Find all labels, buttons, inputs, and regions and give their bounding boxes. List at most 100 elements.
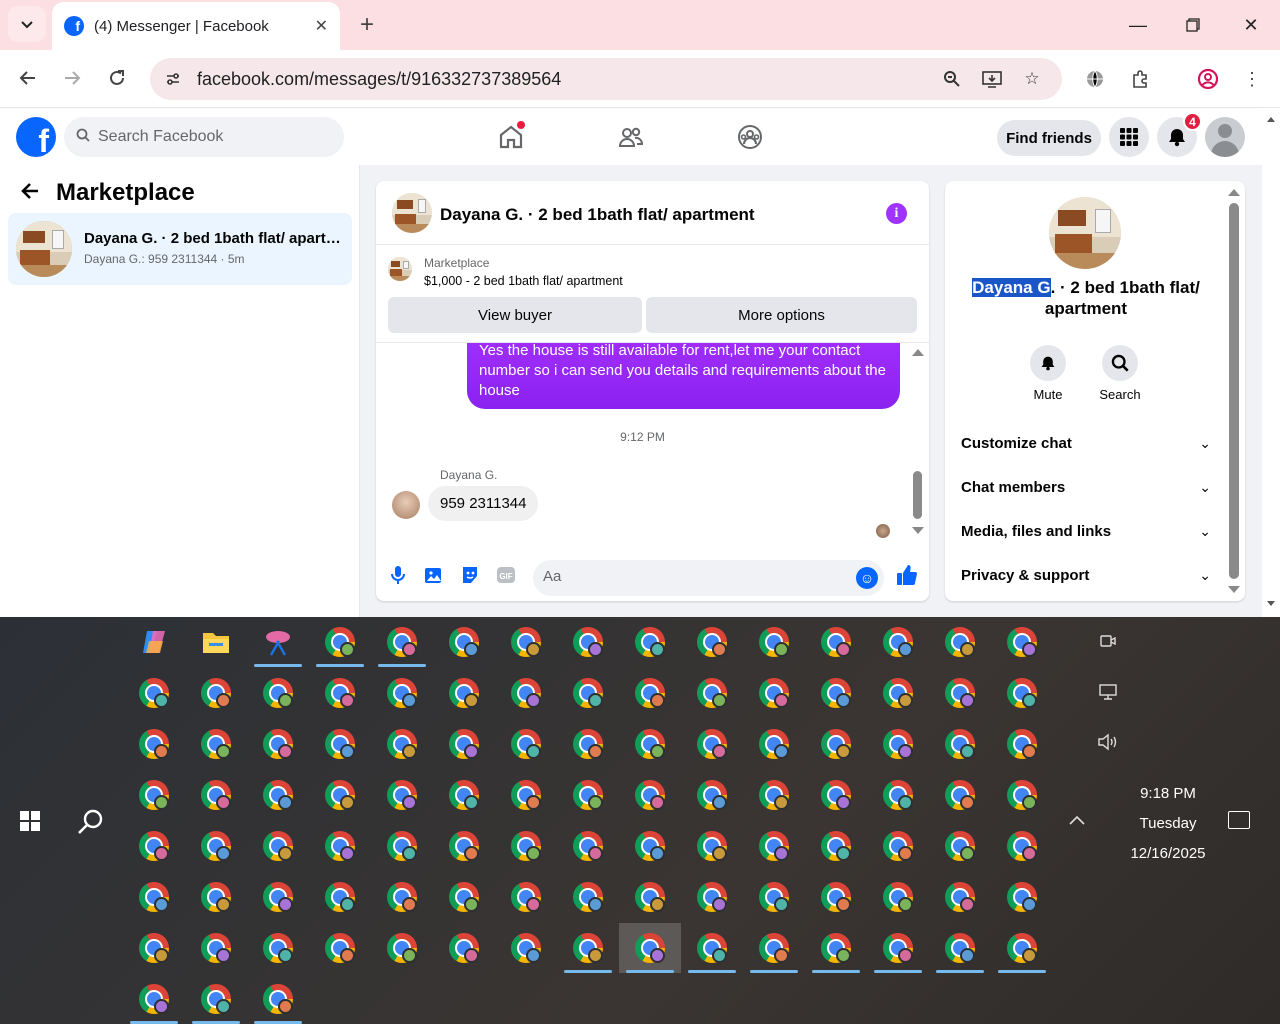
chrome-app-icon[interactable] <box>557 668 619 718</box>
message-input[interactable] <box>543 568 843 585</box>
chrome-app-icon[interactable] <box>123 923 185 973</box>
chrome-app-icon[interactable] <box>805 872 867 922</box>
chrome-app-icon[interactable] <box>309 770 371 820</box>
chrome-app-icon[interactable] <box>681 923 743 973</box>
chrome-app-icon[interactable] <box>247 719 309 769</box>
account-avatar[interactable] <box>1205 117 1245 157</box>
globe-extension-icon[interactable] <box>1083 67 1107 91</box>
nav-friends[interactable] <box>615 121 647 153</box>
forward-button[interactable] <box>54 60 90 96</box>
chrome-app-icon[interactable] <box>681 719 743 769</box>
facebook-search[interactable] <box>64 117 344 157</box>
chrome-app-icon[interactable] <box>805 770 867 820</box>
install-app-icon[interactable] <box>980 67 1004 91</box>
chat-members-row[interactable]: Chat members ⌄ <box>961 465 1211 509</box>
chrome-app-icon[interactable] <box>991 821 1053 871</box>
chrome-app-icon[interactable] <box>681 821 743 871</box>
chrome-app-icon[interactable] <box>309 668 371 718</box>
new-tab-button[interactable]: + <box>352 8 382 42</box>
chrome-app-icon[interactable] <box>619 872 681 922</box>
chrome-app-icon[interactable] <box>929 923 991 973</box>
chrome-app-icon[interactable] <box>495 668 557 718</box>
chrome-app-icon[interactable] <box>805 821 867 871</box>
chrome-app-icon[interactable] <box>309 872 371 922</box>
chrome-app-icon[interactable] <box>433 719 495 769</box>
windows-start-icon[interactable] <box>20 811 40 831</box>
chrome-app-icon[interactable] <box>123 770 185 820</box>
profile-icon[interactable] <box>1196 67 1220 91</box>
facebook-logo[interactable]: f <box>16 117 56 157</box>
menu-grid-button[interactable] <box>1109 117 1149 157</box>
search-action[interactable]: Search <box>1090 345 1150 402</box>
info-panel-scrollbar[interactable] <box>1226 181 1245 601</box>
chrome-app-icon[interactable] <box>371 821 433 871</box>
sender-avatar[interactable] <box>392 491 420 519</box>
minimize-button[interactable]: — <box>1118 8 1158 42</box>
chrome-app-icon[interactable] <box>681 617 743 667</box>
chrome-app-icon[interactable] <box>371 923 433 973</box>
chrome-app-icon[interactable] <box>123 668 185 718</box>
chrome-app-icon[interactable] <box>247 770 309 820</box>
profile-listing-picture[interactable] <box>1049 197 1121 269</box>
copilot-app-icon[interactable] <box>123 617 185 667</box>
chrome-app-icon[interactable] <box>309 821 371 871</box>
reload-button[interactable] <box>99 60 135 96</box>
chrome-app-icon[interactable] <box>185 974 247 1024</box>
customize-chat-row[interactable]: Customize chat ⌄ <box>961 421 1211 465</box>
sticker-icon[interactable] <box>458 563 482 587</box>
chrome-app-icon[interactable] <box>495 770 557 820</box>
chrome-app-icon[interactable] <box>185 923 247 973</box>
chrome-app-icon[interactable] <box>185 719 247 769</box>
chrome-app-icon[interactable] <box>991 872 1053 922</box>
chrome-app-icon[interactable] <box>619 719 681 769</box>
incoming-message[interactable]: 959 2311344 <box>428 486 539 521</box>
chrome-app-icon[interactable] <box>557 872 619 922</box>
chrome-app-icon[interactable] <box>929 872 991 922</box>
taskbar-clock[interactable]: 9:18 PM Tuesday 12/16/2025 <box>1120 779 1216 869</box>
address-bar[interactable]: facebook.com/messages/t/916332737389564 … <box>150 58 1062 100</box>
chrome-app-icon[interactable] <box>433 923 495 973</box>
chrome-app-icon[interactable] <box>867 719 929 769</box>
chrome-app-icon[interactable] <box>495 617 557 667</box>
taskbar-search-icon[interactable] <box>76 807 106 837</box>
chrome-app-icon[interactable] <box>681 872 743 922</box>
chrome-app-icon[interactable] <box>805 617 867 667</box>
chrome-app-icon[interactable] <box>185 668 247 718</box>
chrome-app-icon[interactable] <box>867 617 929 667</box>
chrome-app-icon[interactable] <box>433 770 495 820</box>
chrome-app-icon[interactable] <box>681 668 743 718</box>
chrome-app-icon[interactable] <box>557 617 619 667</box>
zoom-icon[interactable] <box>940 67 964 91</box>
chrome-app-icon[interactable] <box>743 770 805 820</box>
chrome-app-icon[interactable] <box>433 617 495 667</box>
media-files-links-row[interactable]: Media, files and links ⌄ <box>961 509 1211 553</box>
chrome-app-icon[interactable] <box>619 821 681 871</box>
close-window-button[interactable]: ✕ <box>1231 8 1271 42</box>
chrome-app-icon[interactable] <box>743 872 805 922</box>
chrome-app-icon[interactable] <box>991 719 1053 769</box>
chrome-app-icon[interactable] <box>867 923 929 973</box>
page-scrollbar[interactable] <box>1262 109 1280 617</box>
chrome-app-icon[interactable] <box>867 668 929 718</box>
listing-price-title[interactable]: $1,000 - 2 bed 1bath flat/ apartment <box>424 274 623 288</box>
extensions-puzzle-icon[interactable] <box>1129 67 1153 91</box>
site-info-icon[interactable] <box>160 66 186 92</box>
chrome-app-icon[interactable] <box>557 770 619 820</box>
more-options-button[interactable]: More options <box>646 297 917 333</box>
chrome-app-icon[interactable] <box>495 923 557 973</box>
find-friends-button[interactable]: Find friends <box>997 120 1101 156</box>
chrome-app-icon[interactable] <box>929 668 991 718</box>
facebook-search-input[interactable] <box>98 128 318 146</box>
chrome-app-icon[interactable] <box>309 923 371 973</box>
chrome-app-icon[interactable] <box>805 668 867 718</box>
network-icon[interactable] <box>1096 680 1120 704</box>
meet-now-icon[interactable] <box>1096 629 1120 653</box>
chrome-app-icon[interactable] <box>371 668 433 718</box>
chrome-app-icon[interactable] <box>123 719 185 769</box>
chrome-app-icon[interactable] <box>185 821 247 871</box>
chrome-app-icon[interactable] <box>929 770 991 820</box>
chrome-app-icon[interactable] <box>123 974 185 1024</box>
chrome-app-icon[interactable] <box>991 617 1053 667</box>
chrome-app-icon[interactable] <box>433 872 495 922</box>
chrome-app-icon[interactable] <box>743 668 805 718</box>
